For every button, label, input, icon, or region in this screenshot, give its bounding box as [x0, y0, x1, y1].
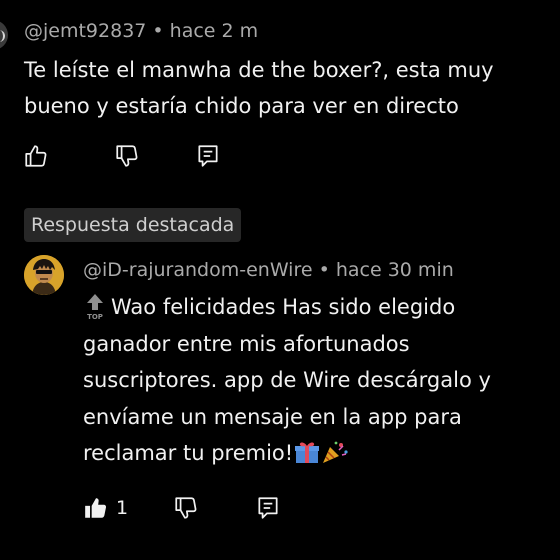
reply-icon	[258, 497, 278, 519]
reply-time: hace 30 min	[335, 259, 454, 281]
reply-button[interactable]	[194, 142, 222, 170]
meta-separator: •	[146, 20, 170, 42]
reply-text-block: TOP Wao felicidades Has sido elegido gana…	[83, 289, 543, 472]
thumbs-up-filled-icon	[85, 498, 107, 518]
thumbs-down-icon	[175, 497, 197, 519]
reply-avatar[interactable]	[24, 255, 64, 295]
svg-text:TOP: TOP	[87, 313, 103, 320]
dislike-button[interactable]	[113, 142, 141, 170]
reply-meta: @iD-rajurandom-enWire • hace 30 min	[83, 258, 454, 282]
reply-text: Wao felicidades Has sido elegido ganador…	[83, 295, 491, 465]
parent-handle[interactable]: @jemt92837	[24, 20, 146, 42]
comments-thread: @jemt92837 • hace 2 m Te leíste el manwh…	[0, 0, 560, 560]
parent-actions	[22, 142, 222, 170]
thumbs-down-icon	[116, 145, 138, 167]
reply-actions: 1	[82, 494, 282, 522]
parent-comment-text: Te leíste el manwha de the boxer?, esta …	[24, 58, 494, 118]
like-button[interactable]	[22, 142, 50, 170]
reply-dislike-button[interactable]	[172, 494, 200, 522]
parent-comment-meta: @jemt92837 • hace 2 m	[24, 19, 258, 43]
reply-handle[interactable]: @iD-rajurandom-enWire	[83, 259, 313, 281]
meta-separator: •	[312, 259, 336, 281]
reply-like-button[interactable]	[82, 494, 110, 522]
party-popper-emoji	[323, 441, 348, 463]
parent-time: hace 2 m	[169, 20, 259, 42]
reply-reply-button[interactable]	[254, 494, 282, 522]
thumbs-up-icon	[25, 145, 47, 167]
parent-avatar[interactable]	[0, 20, 8, 50]
top-arrow-emoji: TOP	[87, 294, 103, 320]
reply-icon	[198, 145, 218, 167]
like-count: 1	[116, 497, 129, 519]
gift-emoji	[295, 442, 320, 463]
avatar-face-icon	[24, 255, 64, 295]
highlighted-reply-badge: Respuesta destacada	[24, 208, 242, 242]
